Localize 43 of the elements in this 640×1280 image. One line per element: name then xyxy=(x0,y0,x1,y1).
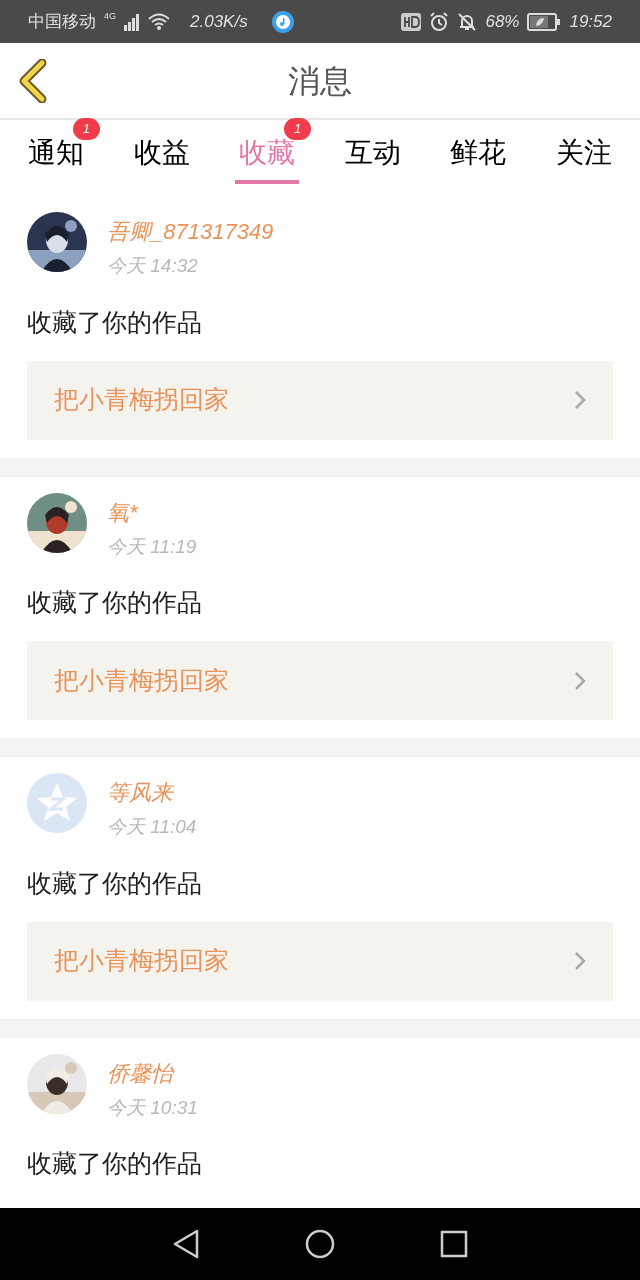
muted-bell-icon xyxy=(457,11,478,32)
work-link[interactable]: 把小青梅拐回家 xyxy=(27,360,613,440)
chevron-right-icon xyxy=(574,951,586,971)
message-text: 收藏了你的作品 xyxy=(27,587,203,618)
home-nav-icon[interactable] xyxy=(305,1229,335,1259)
message-text: 收藏了你的作品 xyxy=(27,1148,203,1179)
default-avatar-icon xyxy=(27,773,87,833)
tab[interactable]: 关注 xyxy=(551,132,616,184)
timestamp: 今天 14:32 xyxy=(107,254,199,278)
message-text: 收藏了你的作品 xyxy=(27,867,203,899)
signal-icon xyxy=(124,12,140,31)
work-link[interactable]: 把小青梅拐回家 xyxy=(27,921,613,1001)
page-title: 消息 xyxy=(288,61,352,101)
wifi-icon xyxy=(148,12,170,31)
music-app-icon xyxy=(271,10,294,33)
unread-badge: 1 xyxy=(72,118,100,140)
user-name[interactable]: 吾卿_871317349 xyxy=(107,216,274,248)
timestamp: 今天 11:19 xyxy=(107,534,197,559)
network-type: 4G xyxy=(104,10,116,23)
timestamp: 今天 10:31 xyxy=(107,1095,198,1120)
tab[interactable]: 收益 xyxy=(129,132,194,184)
back-icon xyxy=(18,59,48,103)
work-link[interactable]: 把小青梅拐回家 xyxy=(27,641,613,720)
tab[interactable]: 互动 xyxy=(340,132,405,184)
recents-nav-icon[interactable] xyxy=(439,1230,468,1258)
carrier-name: 中国移动 xyxy=(28,10,96,33)
battery-icon xyxy=(527,12,562,31)
tab[interactable]: 鲜花 xyxy=(446,132,511,184)
network-speed: 2.03K/s xyxy=(190,10,248,33)
chevron-right-icon xyxy=(574,670,586,691)
message-text: 收藏了你的作品 xyxy=(27,306,203,338)
user-name[interactable]: 等风来 xyxy=(107,777,197,809)
unread-badge: 1 xyxy=(283,118,312,140)
clock-time: 19:52 xyxy=(569,10,612,33)
back-button[interactable] xyxy=(18,59,48,103)
timestamp: 今天 11:04 xyxy=(107,815,197,839)
hd-icon xyxy=(401,12,422,31)
chevron-right-icon xyxy=(574,390,586,410)
user-name[interactable]: 氧* xyxy=(107,496,197,529)
back-nav-icon[interactable] xyxy=(172,1229,201,1259)
battery-percent: 68% xyxy=(485,10,520,33)
alarm-icon xyxy=(429,11,450,32)
user-name[interactable]: 侨馨怡 xyxy=(107,1057,198,1090)
